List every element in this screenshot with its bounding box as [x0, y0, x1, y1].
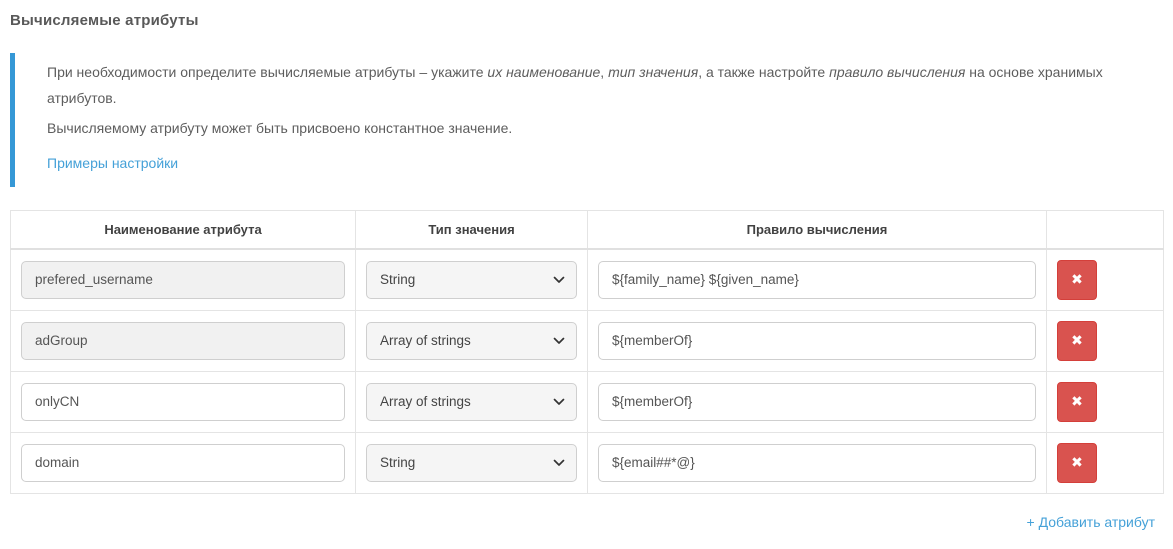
examples-link[interactable]: Примеры настройки [47, 155, 178, 171]
delete-x-icon: ✖ [1071, 272, 1083, 288]
computation-rule-input[interactable] [598, 444, 1036, 482]
info-text: При необходимости определите вычисляемые… [47, 64, 487, 80]
add-attribute-link[interactable]: + Добавить атрибут [1027, 514, 1155, 530]
table-row: Array of strings ✖ [11, 310, 1164, 371]
computation-rule-input[interactable] [598, 383, 1036, 421]
value-type-select[interactable]: Array of strings [366, 383, 577, 421]
column-header-value-type: Тип значения [356, 211, 588, 249]
value-type-select[interactable]: String [366, 444, 577, 482]
delete-row-button[interactable]: ✖ [1057, 382, 1097, 422]
value-type-select[interactable]: String [366, 261, 577, 299]
info-callout: При необходимости определите вычисляемые… [10, 53, 1163, 187]
attribute-name-input[interactable] [21, 383, 345, 421]
column-header-computation-rule: Правило вычисления [588, 211, 1047, 249]
delete-x-icon: ✖ [1071, 394, 1083, 410]
attribute-name-input[interactable] [21, 444, 345, 482]
table-row: String ✖ [11, 249, 1164, 311]
info-paragraph-1: При необходимости определите вычисляемые… [47, 59, 1143, 111]
delete-row-button[interactable]: ✖ [1057, 443, 1097, 483]
delete-x-icon: ✖ [1071, 333, 1083, 349]
table-header-row: Наименование атрибута Тип значения Прави… [11, 211, 1164, 249]
table-row: Array of strings ✖ [11, 371, 1164, 432]
attribute-name-input[interactable] [21, 261, 345, 299]
info-text: , [600, 64, 608, 80]
value-type-select[interactable]: Array of strings [366, 322, 577, 360]
computed-attributes-page: Вычисляемые атрибуты При необходимости о… [0, 0, 1173, 549]
info-text-italic: тип значения [608, 64, 698, 80]
computation-rule-input[interactable] [598, 322, 1036, 360]
info-text-italic: правило вычисления [829, 64, 965, 80]
info-text-italic: их наименование [487, 64, 600, 80]
info-paragraph-2: Вычисляемому атрибуту может быть присвое… [47, 115, 1143, 141]
delete-row-button[interactable]: ✖ [1057, 321, 1097, 361]
page-title: Вычисляемые атрибуты [10, 12, 1163, 29]
table-row: String ✖ [11, 432, 1164, 493]
computation-rule-input[interactable] [598, 261, 1036, 299]
computed-attributes-table: Наименование атрибута Тип значения Прави… [10, 210, 1164, 494]
column-header-attribute-name: Наименование атрибута [11, 211, 356, 249]
info-text: , а также настройте [698, 64, 829, 80]
attribute-name-input[interactable] [21, 322, 345, 360]
delete-row-button[interactable]: ✖ [1057, 260, 1097, 300]
delete-x-icon: ✖ [1071, 455, 1083, 471]
column-header-actions [1047, 211, 1164, 249]
